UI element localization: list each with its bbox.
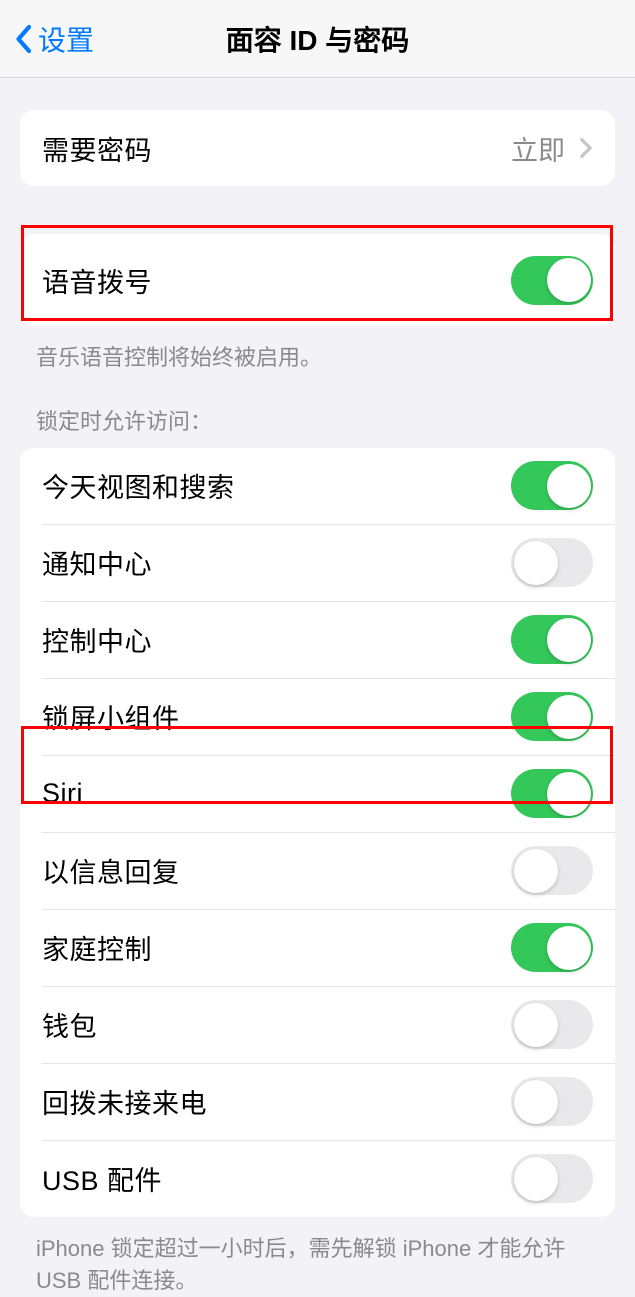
toggle-lock-widgets[interactable] bbox=[511, 692, 593, 741]
toggle-notification-center[interactable] bbox=[511, 538, 593, 587]
toggle-voice-dial[interactable] bbox=[511, 256, 593, 305]
row-return-missed: 回拨未接来电 bbox=[20, 1064, 615, 1140]
row-label: 今天视图和搜索 bbox=[42, 466, 235, 505]
back-label: 设置 bbox=[38, 19, 94, 59]
row-lock-widgets: 锁屏小组件 bbox=[20, 679, 615, 755]
row-control-center: 控制中心 bbox=[20, 602, 615, 678]
row-label: USB 配件 bbox=[42, 1159, 162, 1198]
row-siri: Siri bbox=[20, 756, 615, 832]
toggle-reply-message[interactable] bbox=[511, 846, 593, 895]
row-right: 立即 bbox=[511, 129, 593, 168]
row-require-passcode[interactable]: 需要密码 立即 bbox=[20, 110, 615, 186]
row-home-control: 家庭控制 bbox=[20, 910, 615, 986]
toggle-return-missed[interactable] bbox=[511, 1077, 593, 1126]
toggle-today-view[interactable] bbox=[511, 461, 593, 510]
chevron-left-icon bbox=[12, 21, 34, 57]
group-require-passcode: 需要密码 立即 bbox=[20, 110, 615, 186]
header-lock-access: 锁定时允许访问： bbox=[36, 404, 635, 436]
row-label: 回拨未接来电 bbox=[42, 1082, 207, 1121]
page-title: 面容 ID 与密码 bbox=[226, 19, 410, 59]
row-notification-center: 通知中心 bbox=[20, 525, 615, 601]
group-lock-access: 今天视图和搜索 通知中心 控制中心 锁屏小组件 Siri 以信息回复 bbox=[20, 448, 615, 1217]
toggle-home-control[interactable] bbox=[511, 923, 593, 972]
row-today-view: 今天视图和搜索 bbox=[20, 448, 615, 524]
group-voice-dial: 语音拨号 bbox=[20, 234, 615, 326]
toggle-usb-accessories[interactable] bbox=[511, 1154, 593, 1203]
toggle-siri[interactable] bbox=[511, 769, 593, 818]
navigation-bar: 设置 面容 ID 与密码 bbox=[0, 0, 635, 78]
toggle-wallet[interactable] bbox=[511, 1000, 593, 1049]
row-label: 钱包 bbox=[42, 1005, 97, 1044]
row-label: 以信息回复 bbox=[42, 851, 180, 890]
footer-usb: iPhone 锁定超过一小时后，需先解锁 iPhone 才能允许 USB 配件连… bbox=[36, 1233, 599, 1297]
row-usb-accessories: USB 配件 bbox=[20, 1141, 615, 1217]
row-label: 锁屏小组件 bbox=[42, 697, 180, 736]
row-label: 需要密码 bbox=[42, 129, 152, 168]
row-label: 家庭控制 bbox=[42, 928, 152, 967]
chevron-right-icon bbox=[579, 137, 593, 159]
row-wallet: 钱包 bbox=[20, 987, 615, 1063]
row-reply-message: 以信息回复 bbox=[20, 833, 615, 909]
row-value: 立即 bbox=[511, 129, 565, 168]
row-label: 通知中心 bbox=[42, 543, 152, 582]
toggle-control-center[interactable] bbox=[511, 615, 593, 664]
row-label: Siri bbox=[42, 778, 83, 809]
footer-voice-dial: 音乐语音控制将始终被启用。 bbox=[36, 342, 599, 374]
row-voice-dial: 语音拨号 bbox=[20, 234, 615, 326]
back-button[interactable]: 设置 bbox=[12, 19, 94, 59]
row-label: 语音拨号 bbox=[42, 261, 152, 300]
row-label: 控制中心 bbox=[42, 620, 152, 659]
